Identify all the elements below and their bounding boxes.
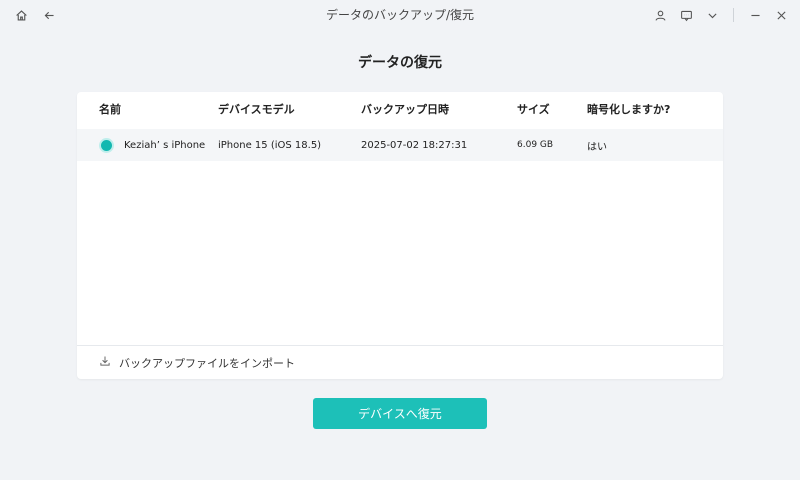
back-icon[interactable] [40, 6, 58, 24]
backup-date: 2025-07-02 18:27:31 [361, 139, 468, 151]
import-icon [99, 355, 111, 370]
restore-to-device-button[interactable]: デバイスへ復元 [313, 398, 487, 429]
backup-list-card: 名前 デバイスモデル バックアップ日時 サイズ 暗号化しますか? Keziah’… [77, 92, 723, 379]
titlebar-divider [733, 8, 734, 22]
backup-name: Keziah’ s iPhone [124, 139, 206, 151]
home-icon[interactable] [12, 6, 30, 24]
column-header-encrypted: 暗号化しますか? [587, 103, 671, 116]
page-title: データの復元 [358, 55, 442, 71]
minimize-icon[interactable] [746, 6, 764, 24]
table-header: 名前 デバイスモデル バックアップ日時 サイズ 暗号化しますか? [77, 92, 723, 126]
import-backup-link[interactable]: バックアップファイルをインポート [77, 345, 723, 379]
feedback-icon[interactable] [677, 6, 695, 24]
backup-size: 6.09 GB [517, 140, 554, 150]
column-header-device-model: デバイスモデル [218, 103, 295, 116]
backup-device: iPhone 15 (iOS 18.5) [218, 139, 322, 151]
import-label: バックアップファイルをインポート [119, 356, 295, 370]
selected-radio[interactable] [99, 137, 114, 153]
app-window: データのバックアップ/復元 データの復元 名前 デバイスモデル バックアップ日時… [0, 0, 800, 480]
table-row[interactable]: Keziah’ s iPhone iPhone 15 (iOS 18.5) 20… [77, 129, 723, 161]
user-icon[interactable] [651, 6, 669, 24]
row-name-cell: Keziah’ s iPhone [99, 137, 206, 153]
column-header-size: サイズ [517, 103, 550, 116]
title-bar: データのバックアップ/復元 [0, 0, 800, 30]
column-header-backup-date: バックアップ日時 [361, 103, 449, 116]
chevron-down-icon[interactable] [703, 6, 721, 24]
column-header-name: 名前 [99, 103, 121, 116]
backup-encrypted: はい [587, 141, 607, 153]
close-icon[interactable] [772, 6, 790, 24]
